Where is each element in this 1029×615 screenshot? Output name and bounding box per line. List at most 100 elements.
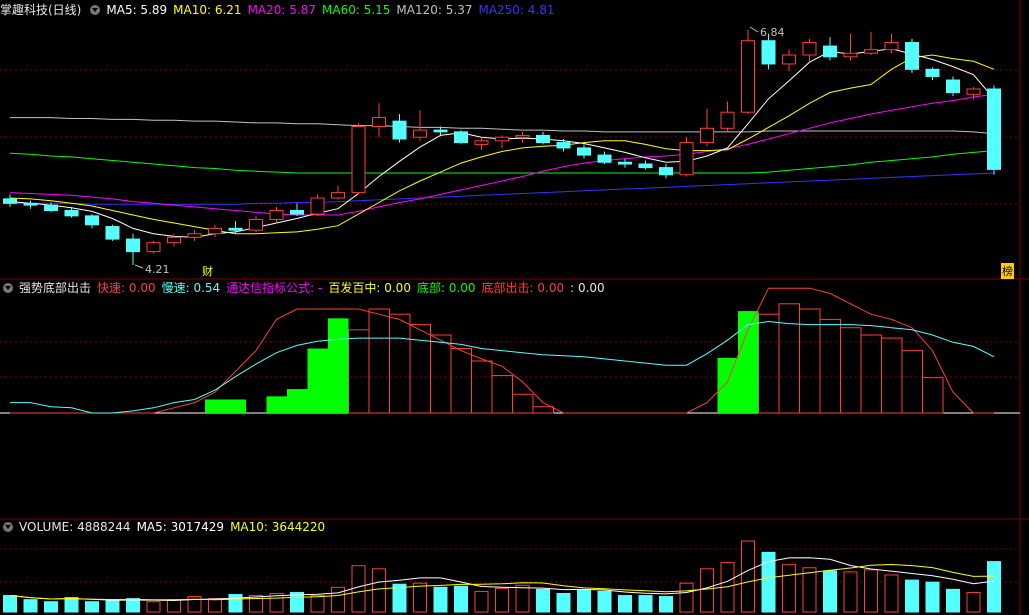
- indicator-red-bar: [922, 377, 944, 414]
- volume-bar: [44, 601, 58, 613]
- volume-bar: [618, 595, 632, 613]
- indicator-red-bar: [491, 375, 513, 414]
- indicator-red-bar: [450, 348, 472, 414]
- candle-body: [372, 117, 386, 128]
- candle-body: [105, 226, 120, 240]
- candle-body: [167, 236, 181, 244]
- indicator-green-bar: [328, 318, 349, 413]
- indicator-green-bar: [738, 311, 759, 413]
- candle-body: [413, 129, 427, 138]
- indicator-green-bar: [266, 396, 287, 413]
- candle-body: [925, 68, 940, 77]
- volume-bar: [474, 590, 489, 613]
- candle-body: [290, 209, 304, 215]
- candle-body: [864, 49, 878, 54]
- candle-body: [741, 40, 755, 113]
- candle-body: [44, 204, 58, 211]
- volume-bar: [884, 574, 899, 613]
- candle-body: [884, 42, 899, 51]
- candle-body: [85, 215, 99, 226]
- candle-body: [146, 242, 161, 253]
- candle-body: [495, 136, 509, 142]
- indicator-red-bar: [409, 324, 431, 414]
- candle-body: [720, 111, 735, 129]
- volume-bar: [23, 599, 38, 613]
- volume-bar: [577, 589, 591, 613]
- candle-body: [249, 218, 263, 231]
- candle-body: [782, 54, 796, 65]
- volume-bar: [146, 601, 161, 613]
- volume-bar: [310, 595, 325, 613]
- low-price-label: 4.21: [145, 263, 170, 276]
- indicator-green-bar: [205, 399, 226, 413]
- candle-body: [987, 88, 1001, 170]
- candle-body: [392, 120, 407, 140]
- candle-body: [618, 161, 632, 165]
- volume-bar: [741, 540, 755, 613]
- volume-bar: [536, 588, 550, 613]
- volume-bar: [228, 594, 243, 613]
- indicator-red-bar: [512, 393, 534, 414]
- indicator-red-bar: [860, 334, 882, 414]
- candle-body: [905, 42, 919, 70]
- high-marker: [749, 26, 759, 33]
- volume-bar: [843, 571, 858, 613]
- volume-bar: [515, 584, 530, 613]
- candle-body: [269, 209, 284, 220]
- high-price-label: 6.84: [760, 26, 785, 39]
- indicator-green-bar: [225, 399, 246, 413]
- indicator-green-bar: [307, 348, 328, 413]
- volume-bar: [413, 582, 427, 613]
- volume-bar: [372, 568, 386, 613]
- indicator-red-bar: [471, 360, 493, 414]
- volume-bar: [987, 561, 1001, 613]
- candle-body: [310, 197, 325, 215]
- candle-body: [679, 142, 694, 176]
- volume-bar: [85, 601, 99, 613]
- volume-bar: [208, 598, 222, 613]
- candle-body: [843, 52, 858, 58]
- candle-body: [351, 126, 366, 194]
- volume-bar: [454, 585, 468, 613]
- candle-body: [966, 88, 981, 95]
- candle-body: [126, 238, 140, 253]
- volume-bar: [331, 586, 345, 613]
- chart-canvas[interactable]: 6.84 4.21: [0, 0, 1029, 615]
- indicator-red-bar: [368, 308, 390, 414]
- volume-bar: [925, 581, 940, 613]
- volume-bar: [864, 569, 878, 613]
- candle-body: [228, 227, 243, 231]
- volume-bar: [679, 582, 694, 613]
- volume-bar: [392, 583, 407, 613]
- volume-bar: [105, 600, 120, 613]
- volume-bar: [823, 570, 837, 613]
- candle-body: [515, 134, 530, 138]
- candle-body: [331, 192, 345, 199]
- candle-body: [433, 129, 448, 133]
- candle-body: [23, 202, 38, 206]
- volume-bar: [351, 565, 366, 613]
- candle-body: [761, 40, 776, 65]
- indicator-red-bar: [758, 313, 780, 414]
- indicator-red-bar: [901, 350, 923, 414]
- indicator-red-bar: [389, 313, 411, 414]
- candle-body: [556, 142, 571, 149]
- indicator-red-bar: [819, 318, 841, 414]
- ma120-line: [10, 117, 995, 135]
- volume-bar: [802, 567, 817, 613]
- candle-body: [187, 233, 202, 238]
- volume-bar: [64, 597, 79, 613]
- candle-body: [474, 140, 489, 145]
- ma20-line: [9, 93, 995, 216]
- indicator-slow-line: [10, 320, 995, 414]
- rank-badge[interactable]: 榜: [1001, 263, 1014, 279]
- candle-body: [823, 45, 837, 58]
- volume-bar: [659, 596, 673, 613]
- candle-body: [536, 134, 550, 144]
- candle-body: [700, 127, 714, 144]
- candle-body: [802, 42, 817, 56]
- volume-bar: [495, 587, 509, 613]
- volume-bar: [433, 586, 448, 613]
- indicator-red-bar: [840, 327, 862, 414]
- finance-badge[interactable]: 财: [202, 263, 213, 279]
